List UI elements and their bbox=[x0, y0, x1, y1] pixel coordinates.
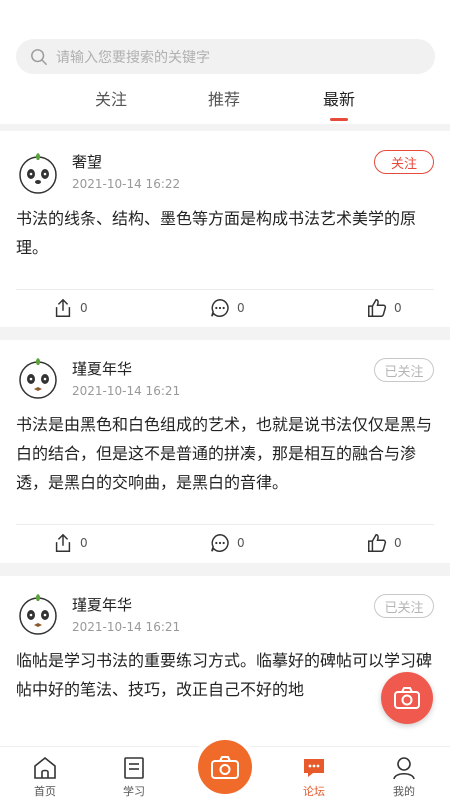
like-count: 0 bbox=[394, 536, 402, 550]
post-content[interactable]: 书法是由黑色和白色组成的艺术，也就是说书法仅仅是黑与白的结合，但是这不是普通的拼… bbox=[16, 410, 434, 497]
search-bar[interactable]: 请输入您要搜索的关键字 bbox=[16, 39, 435, 74]
tab-recommend-label: 推荐 bbox=[207, 90, 240, 109]
share-count: 0 bbox=[80, 301, 88, 315]
like-button[interactable]: 0 bbox=[366, 532, 402, 554]
tab-recommend[interactable]: 推荐 bbox=[194, 86, 254, 110]
tab-forum[interactable]: 论坛 bbox=[284, 755, 344, 799]
post-username[interactable]: 瑾夏年华 bbox=[72, 358, 132, 379]
post-time: 2021-10-14 16:22 bbox=[72, 177, 181, 191]
comment-count: 0 bbox=[237, 536, 245, 550]
tab-latest[interactable]: 最新 bbox=[309, 86, 369, 121]
following-button[interactable]: 已关注 bbox=[374, 594, 434, 618]
comment-button[interactable]: 0 bbox=[209, 297, 245, 319]
search-placeholder: 请输入您要搜索的关键字 bbox=[56, 49, 210, 66]
share-button[interactable]: 0 bbox=[52, 532, 88, 554]
book-icon bbox=[124, 757, 144, 779]
divider bbox=[16, 289, 434, 290]
post-username[interactable]: 奢望 bbox=[72, 151, 102, 172]
active-tab-indicator bbox=[330, 118, 348, 121]
header: 请输入您要搜索的关键字 关注 推荐 最新 bbox=[0, 0, 450, 124]
tab-study[interactable]: 学习 bbox=[104, 755, 164, 799]
tab-follow-label: 关注 bbox=[94, 90, 127, 109]
tab-mine-label: 我的 bbox=[393, 785, 415, 798]
post-content[interactable]: 书法的线条、结构、墨色等方面是构成书法艺术美学的原理。 bbox=[16, 204, 434, 262]
tab-study-label: 学习 bbox=[123, 785, 145, 798]
comment-icon bbox=[211, 299, 229, 317]
like-button[interactable]: 0 bbox=[366, 297, 402, 319]
thumbs-up-icon bbox=[368, 534, 387, 552]
comment-count: 0 bbox=[237, 301, 245, 315]
forum-icon bbox=[304, 759, 324, 777]
share-button[interactable]: 0 bbox=[52, 297, 88, 319]
panda-avatar-icon[interactable] bbox=[16, 151, 60, 195]
home-icon bbox=[34, 756, 56, 779]
tab-follow[interactable]: 关注 bbox=[81, 86, 141, 110]
center-camera-button[interactable] bbox=[198, 740, 252, 794]
panda-avatar-icon[interactable] bbox=[16, 592, 60, 636]
post-time: 2021-10-14 16:21 bbox=[72, 620, 181, 634]
comment-button[interactable]: 0 bbox=[209, 532, 245, 554]
panda-avatar-icon[interactable] bbox=[16, 356, 60, 400]
tab-latest-label: 最新 bbox=[322, 90, 355, 109]
tab-forum-label: 论坛 bbox=[303, 785, 325, 798]
feed-tabs: 关注 推荐 最新 bbox=[0, 86, 450, 122]
post-card[interactable]: 奢望 2021-10-14 16:22 关注 书法的线条、结构、墨色等方面是构成… bbox=[0, 131, 450, 327]
comment-icon bbox=[211, 534, 229, 552]
tab-home-label: 首页 bbox=[34, 785, 56, 798]
post-camera-fab[interactable] bbox=[381, 672, 433, 724]
share-icon bbox=[55, 298, 71, 317]
like-count: 0 bbox=[394, 301, 402, 315]
following-button[interactable]: 已关注 bbox=[374, 358, 434, 382]
share-count: 0 bbox=[80, 536, 88, 550]
tab-mine[interactable]: 我的 bbox=[374, 755, 434, 799]
profile-icon bbox=[393, 757, 415, 780]
post-username[interactable]: 瑾夏年华 bbox=[72, 594, 132, 615]
post-time: 2021-10-14 16:21 bbox=[72, 384, 181, 398]
follow-button[interactable]: 关注 bbox=[374, 150, 434, 174]
post-card[interactable]: 瑾夏年华 2021-10-14 16:21 已关注 临帖是学习书法的重要练习方式… bbox=[0, 576, 450, 746]
post-card[interactable]: 瑾夏年华 2021-10-14 16:21 已关注 书法是由黑色和白色组成的艺术… bbox=[0, 340, 450, 563]
camera-icon bbox=[394, 687, 420, 709]
thumbs-up-icon bbox=[368, 299, 387, 317]
search-icon bbox=[31, 48, 47, 65]
tab-home[interactable]: 首页 bbox=[15, 755, 75, 799]
divider bbox=[16, 524, 434, 525]
camera-icon bbox=[211, 756, 239, 779]
share-icon bbox=[55, 533, 71, 552]
post-content[interactable]: 临帖是学习书法的重要练习方式。临摹好的碑帖可以学习碑帖中好的笔法、技巧，改正自己… bbox=[16, 646, 434, 704]
